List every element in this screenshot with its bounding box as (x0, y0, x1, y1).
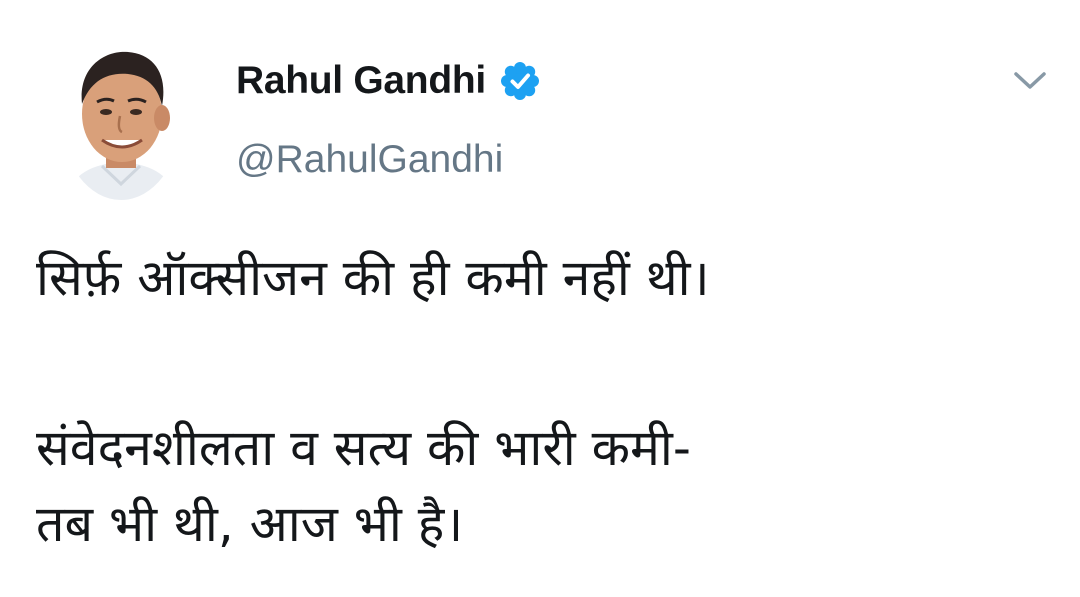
chevron-down-icon[interactable] (1012, 68, 1048, 92)
avatar[interactable] (62, 42, 180, 200)
tweet-text: सिर्फ़ ऑक्सीजन की ही कमी नहीं थी। संवेदन… (36, 240, 1050, 562)
author-name-row: Rahul Gandhi (236, 58, 540, 104)
profile-photo (62, 42, 180, 200)
tweet-paragraph-1: सिर्फ़ ऑक्सीजन की ही कमी नहीं थी। (36, 249, 710, 307)
tweet-paragraph-2-line-2: तब भी थी, आज भी है। (36, 495, 464, 553)
verified-badge-icon (500, 62, 539, 100)
author-display-name[interactable]: Rahul Gandhi (236, 58, 486, 104)
author-handle[interactable]: @RahulGandhi (236, 138, 503, 182)
tweet-paragraph-2-line-1: संवेदनशीलता व सत्य की भारी कमी- (36, 419, 691, 477)
